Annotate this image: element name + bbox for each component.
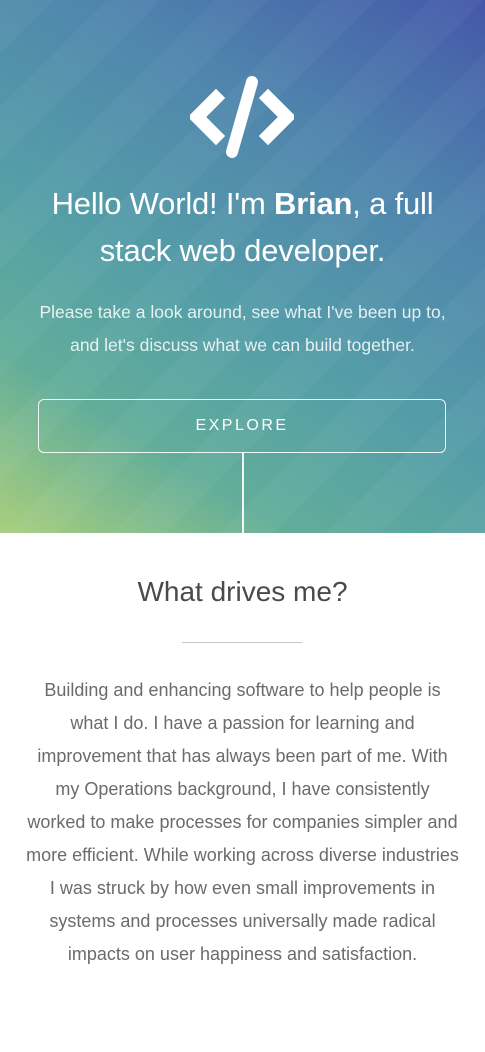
hero-section: Hello World! I'm Brian, a full stack web… [0,0,485,533]
about-section: What drives me? Building and enhancing s… [0,533,485,1052]
code-brackets-icon [190,76,294,158]
about-divider [182,642,302,643]
about-body: Building and enhancing software to help … [26,680,459,964]
hero-heading-name: Brian [274,186,353,221]
explore-button[interactable]: EXPLORE [38,399,446,453]
hero-subtitle: Please take a look around, see what I've… [39,302,446,355]
hero-heading-prefix: Hello World! I'm [51,186,275,221]
hero-heading: Hello World! I'm Brian, a full stack web… [20,180,465,274]
about-title: What drives me? [137,576,348,607]
scroll-indicator-line [242,453,244,533]
